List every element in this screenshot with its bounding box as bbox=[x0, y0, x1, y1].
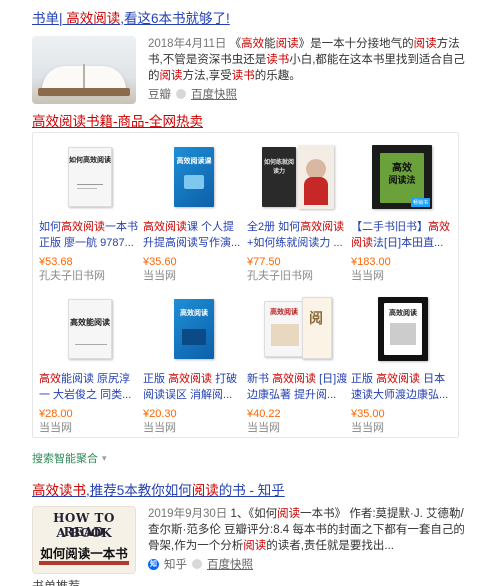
result-snippet: 2018年4月11日 《高效能阅读》是一本十分接地气的阅读方法书,不管是资深书虫… bbox=[148, 38, 465, 82]
result-date: 2018年4月11日 bbox=[148, 38, 227, 50]
shopping-card: 如何高效阅读 如何高效阅读一本书 正版 廖一航 9787... ¥53.68 孔… bbox=[32, 132, 459, 438]
product-item-4[interactable]: 高效 阅读法 畅销书 【二手书旧书】高效阅读法[日]本田直... ¥183.00… bbox=[351, 141, 453, 282]
product-name: 正版 高效阅读 打破阅读误区 消解阅... bbox=[143, 373, 238, 401]
product-name: 全2册 如何高效阅读+如何练就阅读力 ... bbox=[247, 221, 345, 249]
result-thumbnail-open-book[interactable] bbox=[32, 36, 136, 104]
product-image[interactable]: 如何高效阅读 bbox=[54, 141, 126, 213]
product-name: 新书 高效阅读 [日]渡边康弘著 提升阅... bbox=[247, 373, 348, 401]
source-dot-icon bbox=[176, 89, 186, 99]
product-item-1[interactable]: 如何高效阅读 如何高效阅读一本书 正版 廖一航 9787... ¥53.68 孔… bbox=[39, 141, 141, 282]
result-thumbnail-how-to-read-a-book[interactable]: HOW TO READ A BOOK 如何阅读一本书 bbox=[32, 506, 136, 574]
chevron-down-icon: ▾ bbox=[102, 452, 107, 463]
product-name: 【二手书旧书】高效阅读法[日]本田直... bbox=[351, 221, 450, 249]
title-part: 书单| bbox=[32, 11, 67, 26]
result-title-link[interactable]: 书单| 高效阅读,看这6本书就够了! bbox=[32, 10, 472, 28]
title-part: ,看这6本书就够了! bbox=[120, 11, 230, 26]
product-shop: 孔夫子旧书网 bbox=[39, 270, 105, 282]
result-date: 2019年9月30日 bbox=[148, 508, 228, 520]
product-shop: 当当网 bbox=[247, 422, 280, 434]
product-price: ¥35.60 bbox=[143, 256, 177, 268]
product-name: 高效阅读课 个人提升提高阅读写作演... bbox=[143, 221, 241, 249]
product-price: ¥20.30 bbox=[143, 408, 177, 420]
product-item-3[interactable]: 如何练就阅读力 全2册 如何高效阅读+如何练就阅读力 ... ¥77.50 孔夫… bbox=[247, 141, 349, 282]
source-name: 豆瓣 bbox=[148, 89, 171, 101]
smart-aggregation-label: 搜索智能聚合 bbox=[32, 453, 98, 465]
product-price: ¥40.22 bbox=[247, 408, 281, 420]
product-shop: 当当网 bbox=[143, 422, 176, 434]
product-shop: 当当网 bbox=[351, 422, 384, 434]
product-item-5[interactable]: 高效能阅读 高效能阅读 原尻淳一 大岩俊之 同类... ¥28.00 当当网 bbox=[39, 293, 141, 434]
product-shop: 当当网 bbox=[143, 270, 176, 282]
baidu-snapshot-link[interactable]: 百度快照 bbox=[207, 556, 253, 572]
product-image[interactable]: 高效阅读 阅 bbox=[262, 293, 334, 365]
product-name: 正版 高效阅读 日本速读大师渡边康弘... bbox=[351, 373, 449, 401]
product-price: ¥28.00 bbox=[39, 408, 73, 420]
product-item-2[interactable]: 高效阅读课 高效阅读课 个人提升提高阅读写作演... ¥35.60 当当网 bbox=[143, 141, 245, 282]
source-dot-icon bbox=[192, 559, 202, 569]
search-result-2: 高效读书,推荐5本教你如何阅读的书 - 知乎 HOW TO READ A BOO… bbox=[32, 482, 472, 574]
baidu-snapshot-link[interactable]: 百度快照 bbox=[191, 86, 237, 102]
title-part: ,推荐5本教你如何 bbox=[86, 483, 192, 498]
result-snippet: 2019年9月30日 1、《如何阅读一本书》 作者:莫提默·J. 艾德勒/查尔斯… bbox=[148, 508, 465, 552]
source-name: 知乎 bbox=[164, 559, 187, 571]
product-image[interactable]: 如何练就阅读力 bbox=[262, 141, 334, 213]
product-price: ¥35.00 bbox=[351, 408, 385, 420]
product-name: 如何高效阅读一本书 正版 廖一航 9787... bbox=[39, 221, 138, 249]
product-price: ¥77.50 bbox=[247, 256, 281, 268]
product-image[interactable]: 高效阅读课 bbox=[158, 141, 230, 213]
product-price: ¥183.00 bbox=[351, 256, 391, 268]
product-name: 高效能阅读 原尻淳一 大岩俊之 同类... bbox=[39, 373, 132, 401]
product-image[interactable]: 高效阅读 bbox=[158, 293, 230, 365]
title-highlight: 阅读 bbox=[191, 483, 219, 498]
product-item-6[interactable]: 高效阅读 正版 高效阅读 打破阅读误区 消解阅... ¥20.30 当当网 bbox=[143, 293, 245, 434]
product-item-7[interactable]: 高效阅读 阅 新书 高效阅读 [日]渡边康弘著 提升阅... ¥40.22 当当… bbox=[247, 293, 349, 434]
smart-aggregation-toggle[interactable]: 搜索智能聚合 ▾ bbox=[32, 450, 107, 466]
shopping-title-text: 高效阅读书籍-商品-全网热卖 bbox=[32, 114, 203, 129]
zhihu-logo-icon: 知 bbox=[148, 558, 159, 570]
result-title-link[interactable]: 高效读书,推荐5本教你如何阅读的书 - 知乎 bbox=[32, 482, 472, 500]
product-item-8[interactable]: 高效阅读 正版 高效阅读 日本速读大师渡边康弘... ¥35.00 当当网 bbox=[351, 293, 453, 434]
title-highlight: 高效阅读 bbox=[66, 11, 121, 26]
title-highlight: 高效读书 bbox=[32, 483, 86, 498]
product-price: ¥53.68 bbox=[39, 256, 73, 268]
product-shop: 当当网 bbox=[351, 270, 384, 282]
product-image[interactable]: 高效能阅读 bbox=[54, 293, 126, 365]
title-part: 的书 - 知乎 bbox=[218, 483, 285, 498]
search-result-1: 书单| 高效阅读,看这6本书就够了! 2018年4月11日 《高效能阅读》是一本… bbox=[32, 10, 472, 104]
next-result-cutoff[interactable]: 书单推荐 bbox=[32, 578, 92, 586]
product-shop: 当当网 bbox=[39, 422, 72, 434]
product-image[interactable]: 高效 阅读法 畅销书 bbox=[366, 141, 438, 213]
product-shop: 孔夫子旧书网 bbox=[247, 270, 313, 282]
shopping-title-link[interactable]: 高效阅读书籍-商品-全网热卖 bbox=[32, 113, 203, 131]
product-image[interactable]: 高效阅读 bbox=[366, 293, 438, 365]
